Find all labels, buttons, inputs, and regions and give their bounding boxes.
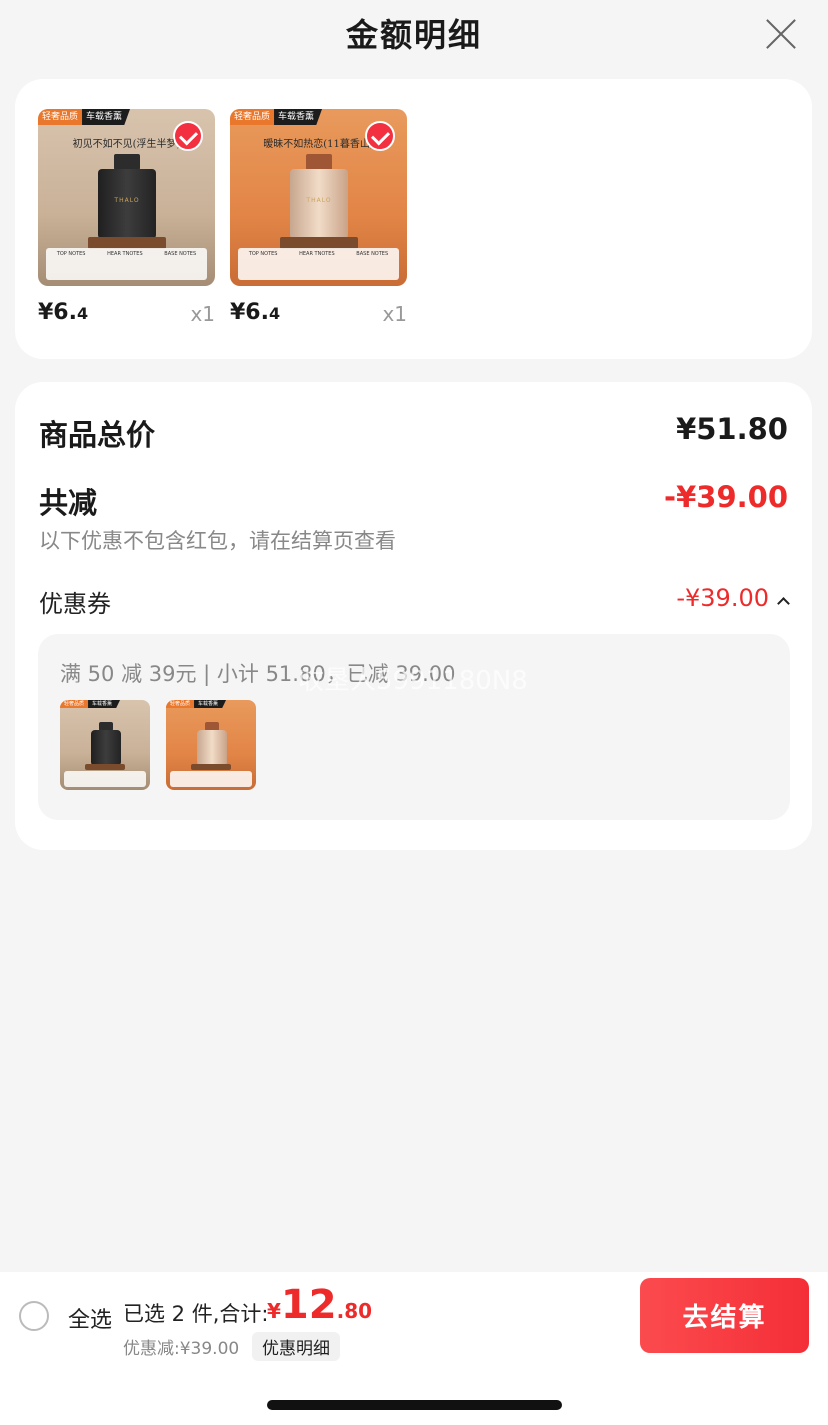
product-card: 轻奢品质 车载香薰 初见不如不见(浮生半梦) THALO TOP NOTES H… bbox=[15, 79, 812, 359]
product-tags: 轻奢品质 车载香薰 bbox=[60, 700, 121, 708]
total-dec: .80 bbox=[336, 1299, 373, 1323]
note-heart: HEAR TNOTES bbox=[107, 251, 143, 257]
tag-category: 车载香薰 bbox=[194, 700, 227, 708]
bottle-brand: THALO bbox=[114, 197, 140, 204]
discount-note: 以下优惠不包含红包，请在结算页查看 bbox=[39, 529, 396, 553]
note-top: TOP NOTES bbox=[56, 251, 86, 257]
safe-area bbox=[0, 1362, 828, 1425]
coupon-product-thumb[interactable]: 轻奢品质 车载香薰 bbox=[166, 700, 256, 790]
coupon-label: 优惠券 bbox=[39, 590, 111, 618]
tag-quality: 轻奢品质 bbox=[166, 700, 195, 708]
header: 金额明细 bbox=[0, 0, 828, 70]
selected-count: 已选 2 件,合计: bbox=[123, 1302, 269, 1326]
tag-quality: 轻奢品质 bbox=[38, 109, 83, 125]
reduce-label: 共减 bbox=[39, 486, 98, 520]
notes-panel: TOP NOTES HEAR TNOTES BASE NOTES bbox=[46, 248, 207, 280]
notes-panel bbox=[170, 771, 252, 787]
select-all-radio[interactable] bbox=[19, 1301, 49, 1331]
bottle-brand: THALO bbox=[306, 197, 332, 204]
chevron-up-icon[interactable] bbox=[777, 597, 790, 610]
watermark: 收垦人5991180N8 bbox=[298, 666, 528, 696]
total-amount: ¥12.80 bbox=[267, 1282, 372, 1328]
coupon-product-thumb[interactable]: 轻奢品质 车载香薰 bbox=[60, 700, 150, 790]
price-row: ¥6.4 x1 bbox=[230, 300, 407, 330]
product-image[interactable]: 轻奢品质 车载香薰 初见不如不见(浮生半梦) THALO TOP NOTES H… bbox=[38, 109, 215, 286]
bottle-cap bbox=[114, 154, 140, 170]
amount-detail-sheet: 金额明细 轻奢品质 车载香薰 初见不如不见(浮生半梦) THALO TOP NO… bbox=[0, 0, 828, 1425]
note-base: BASE NOTES bbox=[356, 251, 389, 257]
page-title: 金额明细 bbox=[345, 16, 482, 54]
price-dec: 4 bbox=[268, 304, 281, 323]
product-tags: 轻奢品质 车载香薰 bbox=[166, 700, 227, 708]
notes-panel: TOP NOTES HEAR TNOTES BASE NOTES bbox=[238, 248, 399, 280]
checkout-bar: 全选 已选 2 件,合计: ¥12.80 优惠减:¥39.00 优惠明细 去结算 bbox=[0, 1272, 828, 1362]
product-tags: 轻奢品质 车载香薰 bbox=[38, 109, 131, 125]
note-heart: HEAR TNOTES bbox=[299, 251, 335, 257]
product-qty: x1 bbox=[190, 302, 215, 326]
product-qty: x1 bbox=[382, 302, 407, 326]
home-indicator[interactable] bbox=[267, 1400, 562, 1410]
bottle: THALO bbox=[98, 169, 156, 239]
tag-quality: 轻奢品质 bbox=[60, 700, 89, 708]
currency-symbol: ¥ bbox=[267, 1299, 281, 1323]
product-tags: 轻奢品质 车载香薰 bbox=[230, 109, 323, 125]
select-all-label[interactable]: 全选 bbox=[68, 1302, 112, 1334]
tag-category: 车载香薰 bbox=[82, 109, 131, 125]
total-int: 12 bbox=[280, 1282, 337, 1328]
bottle bbox=[91, 730, 121, 766]
price-dec: 4 bbox=[76, 304, 89, 323]
product-item[interactable]: 轻奢品质 车载香薰 暧昧不如热恋(11暮香山) THALO TOP NOTES … bbox=[230, 109, 407, 330]
bottle-stand bbox=[85, 764, 125, 770]
close-icon[interactable] bbox=[764, 16, 798, 50]
coupon-value: -¥39.00 bbox=[676, 584, 769, 612]
reduce-value: -¥39.00 bbox=[664, 480, 788, 514]
total-label: 商品总价 bbox=[39, 418, 156, 452]
product-item[interactable]: 轻奢品质 车载香薰 初见不如不见(浮生半梦) THALO TOP NOTES H… bbox=[38, 109, 215, 330]
discount-amount: 优惠减:¥39.00 bbox=[123, 1339, 240, 1359]
tag-quality: 轻奢品质 bbox=[230, 109, 275, 125]
coupon-detail-box: 满 50 减 39元 | 小计 51.80，已减 39.00 收垦人599118… bbox=[38, 634, 790, 820]
discount-detail-button[interactable]: 优惠明细 bbox=[252, 1332, 340, 1361]
summary-card: 商品总价 ¥51.80 共减 -¥39.00 以下优惠不包含红包，请在结算页查看… bbox=[15, 382, 812, 850]
checkmark-icon[interactable] bbox=[365, 121, 395, 151]
product-price: ¥6.4 bbox=[38, 300, 88, 325]
product-price: ¥6.4 bbox=[230, 300, 280, 325]
price-row: ¥6.4 x1 bbox=[38, 300, 215, 330]
tag-category: 车载香薰 bbox=[88, 700, 121, 708]
coupon-value-wrap[interactable]: -¥39.00 bbox=[676, 584, 790, 612]
bottle-cap bbox=[306, 154, 332, 170]
product-image[interactable]: 轻奢品质 车载香薰 暧昧不如热恋(11暮香山) THALO TOP NOTES … bbox=[230, 109, 407, 286]
bottle: THALO bbox=[290, 169, 348, 239]
price-int: ¥6. bbox=[38, 300, 77, 325]
bottle bbox=[197, 730, 227, 766]
note-base: BASE NOTES bbox=[164, 251, 197, 257]
price-int: ¥6. bbox=[230, 300, 269, 325]
note-top: TOP NOTES bbox=[248, 251, 278, 257]
tag-category: 车载香薰 bbox=[274, 109, 323, 125]
notes-panel bbox=[64, 771, 146, 787]
checkout-button[interactable]: 去结算 bbox=[640, 1278, 809, 1353]
total-value: ¥51.80 bbox=[676, 412, 788, 446]
bottle-stand bbox=[191, 764, 231, 770]
checkmark-icon[interactable] bbox=[173, 121, 203, 151]
